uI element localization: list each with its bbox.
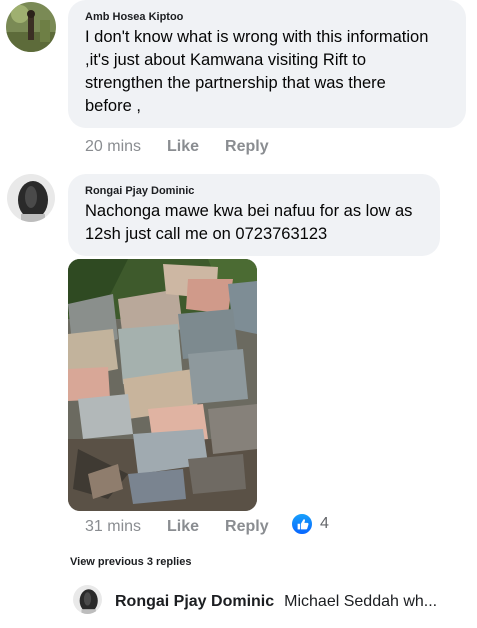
reply-button[interactable]: Reply [225,138,269,156]
comment-actions: 31 mins Like Reply [85,518,295,536]
like-button[interactable]: Like [167,138,199,156]
view-previous-replies-link[interactable]: View previous 3 replies [70,556,191,568]
comment-actions: 20 mins Like Reply [85,138,295,156]
comment-text-line: 12sh just call me on 0723763123 [85,225,328,243]
comment-text-line: I don't know what is wrong with this inf… [85,28,429,46]
avatar-image [7,174,55,222]
reply-author[interactable]: Rongai Pjay Dominic [115,593,274,611]
avatar[interactable] [7,174,55,222]
avatar-image [73,585,102,614]
comment-author[interactable]: Amb Hosea Kiptoo [85,11,183,23]
comment-timestamp[interactable]: 20 mins [85,138,141,156]
comment-text-line: ,it's just about Kamwana visiting Rift t… [85,51,367,69]
reaction-summary[interactable]: 4 [290,512,329,536]
stones-image [68,259,257,511]
like-button[interactable]: Like [167,518,199,536]
comment-text-line: before , [85,97,141,115]
comment-author[interactable]: Rongai Pjay Dominic [85,185,194,197]
comment-timestamp[interactable]: 31 mins [85,518,141,536]
latest-reply-preview[interactable]: Rongai Pjay Dominic Michael Seddah wh... [115,593,437,611]
avatar-image [6,2,56,52]
comment-text-line: strengthen the partnership that was ther… [85,74,386,92]
avatar[interactable] [73,585,102,614]
reaction-count: 4 [320,515,329,532]
comment-photo[interactable] [68,259,257,511]
comment-text-line: Nachonga mawe kwa bei nafuu for as low a… [85,202,413,220]
reply-snippet: Michael Seddah wh... [284,593,438,610]
avatar[interactable] [6,2,56,52]
reply-button[interactable]: Reply [225,518,269,536]
thumbs-up-icon [290,512,314,536]
